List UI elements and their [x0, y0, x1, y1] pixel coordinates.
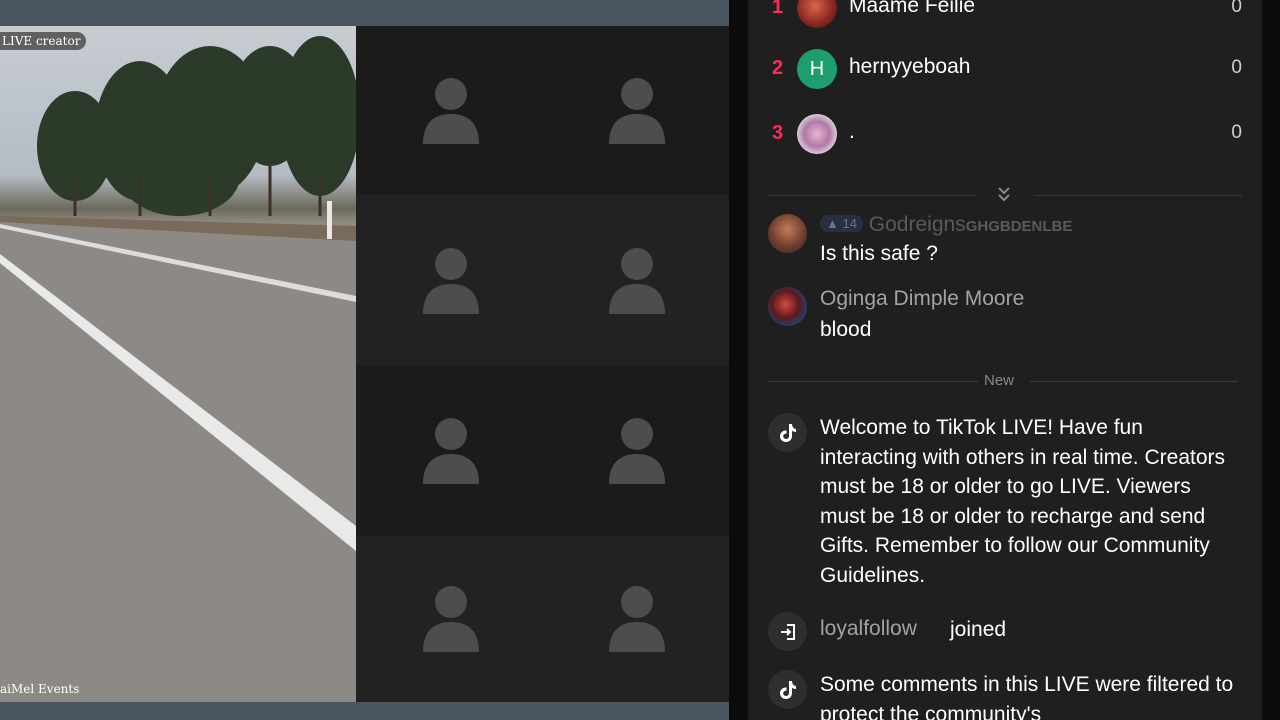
- person-placeholder-icon: [422, 77, 479, 144]
- username-row: ▲ 14 GodreignsGHGBDENLBE: [820, 213, 1072, 237]
- avatar: [768, 214, 807, 253]
- chat-text: blood: [820, 318, 872, 341]
- live-stream-video[interactable]: LIVE creator aiMel Events: [0, 26, 356, 702]
- leaderboard-score: 0: [1231, 0, 1242, 17]
- chat-text: Is this safe ?: [820, 242, 938, 265]
- guest-slot[interactable]: [356, 536, 545, 702]
- video-bottom-bar: [0, 702, 729, 720]
- chevron-down-icon[interactable]: [997, 185, 1011, 203]
- join-icon: [768, 612, 807, 651]
- leaderboard-username: Maame Feilie: [849, 0, 976, 17]
- tiktok-icon: [768, 670, 807, 709]
- guest-slot[interactable]: [545, 536, 729, 702]
- level-badge: ▲ 14: [820, 215, 863, 232]
- system-filtered-text: Some comments in this LIVE were filtered…: [820, 673, 1234, 720]
- live-chat-panel: 1 Maame Feilie 0 2 H hernyyeboah 0 3 . 0…: [748, 0, 1262, 720]
- stream-watermark: aiMel Events: [0, 682, 80, 696]
- guest-slot[interactable]: [545, 195, 729, 366]
- road-scene: [0, 36, 356, 702]
- panel-gap: [729, 0, 748, 720]
- guest-slot[interactable]: [545, 26, 729, 195]
- chat-username[interactable]: Godreigns: [869, 213, 966, 236]
- avatar: [797, 114, 837, 154]
- guest-slot[interactable]: [356, 195, 545, 366]
- system-message: Welcome to TikTok LIVE! Have fun interac…: [768, 413, 1248, 593]
- leaderboard-score: 0: [1231, 122, 1242, 143]
- rank-number: 1: [772, 0, 784, 18]
- system-message: Some comments in this LIVE were filtered…: [768, 670, 1248, 720]
- person-placeholder-icon: [422, 586, 479, 652]
- person-placeholder-icon: [609, 586, 665, 652]
- guest-slot[interactable]: [356, 366, 545, 536]
- system-welcome-text: Welcome to TikTok LIVE! Have fun interac…: [820, 416, 1225, 587]
- new-messages-label: New: [984, 372, 1015, 389]
- avatar-letter: H: [809, 57, 825, 80]
- chat-message[interactable]: Oginga Dimple Moore blood: [768, 287, 1248, 347]
- username-suffix: GHGBDENLBE: [965, 218, 1073, 235]
- chat-username[interactable]: loyalfollow: [820, 617, 917, 641]
- leaderboard-score: 0: [1231, 57, 1242, 78]
- level-number: 14: [842, 216, 857, 231]
- avatar: [797, 0, 837, 28]
- person-placeholder-icon: [422, 418, 479, 484]
- join-text: joined: [950, 618, 1007, 641]
- chat-username[interactable]: Oginga Dimple Moore: [820, 287, 1024, 311]
- divider: [768, 381, 978, 382]
- chat-message[interactable]: ▲ 14 GodreignsGHGBDENLBE Is this safe ?: [768, 213, 1248, 265]
- person-placeholder-icon: [609, 418, 665, 484]
- tiktok-icon: [768, 413, 807, 452]
- leaderboard-row[interactable]: 2 H hernyyeboah 0: [748, 49, 1262, 89]
- window-edge: [1262, 0, 1280, 720]
- divider: [1030, 381, 1238, 382]
- join-message: loyalfollow joined: [768, 612, 1248, 652]
- guest-slot[interactable]: [356, 26, 545, 195]
- guest-grid: [356, 26, 729, 702]
- person-placeholder-icon: [609, 77, 665, 144]
- video-top-bar: [0, 0, 729, 26]
- rank-number: 3: [772, 122, 784, 144]
- leaderboard-username: hernyyeboah: [849, 55, 971, 78]
- leaderboard-username: .: [849, 120, 855, 143]
- person-placeholder-icon: [609, 247, 665, 314]
- avatar: [768, 287, 807, 326]
- leaderboard-row[interactable]: 3 . 0: [748, 114, 1262, 154]
- guest-slot[interactable]: [545, 366, 729, 536]
- rank-number: 2: [772, 57, 784, 79]
- live-creator-badge: LIVE creator: [0, 32, 87, 50]
- divider: [768, 195, 975, 196]
- divider: [1035, 195, 1242, 196]
- person-placeholder-icon: [422, 247, 479, 314]
- leaderboard-row[interactable]: 1 Maame Feilie 0: [748, 0, 1262, 28]
- avatar: H: [797, 49, 837, 89]
